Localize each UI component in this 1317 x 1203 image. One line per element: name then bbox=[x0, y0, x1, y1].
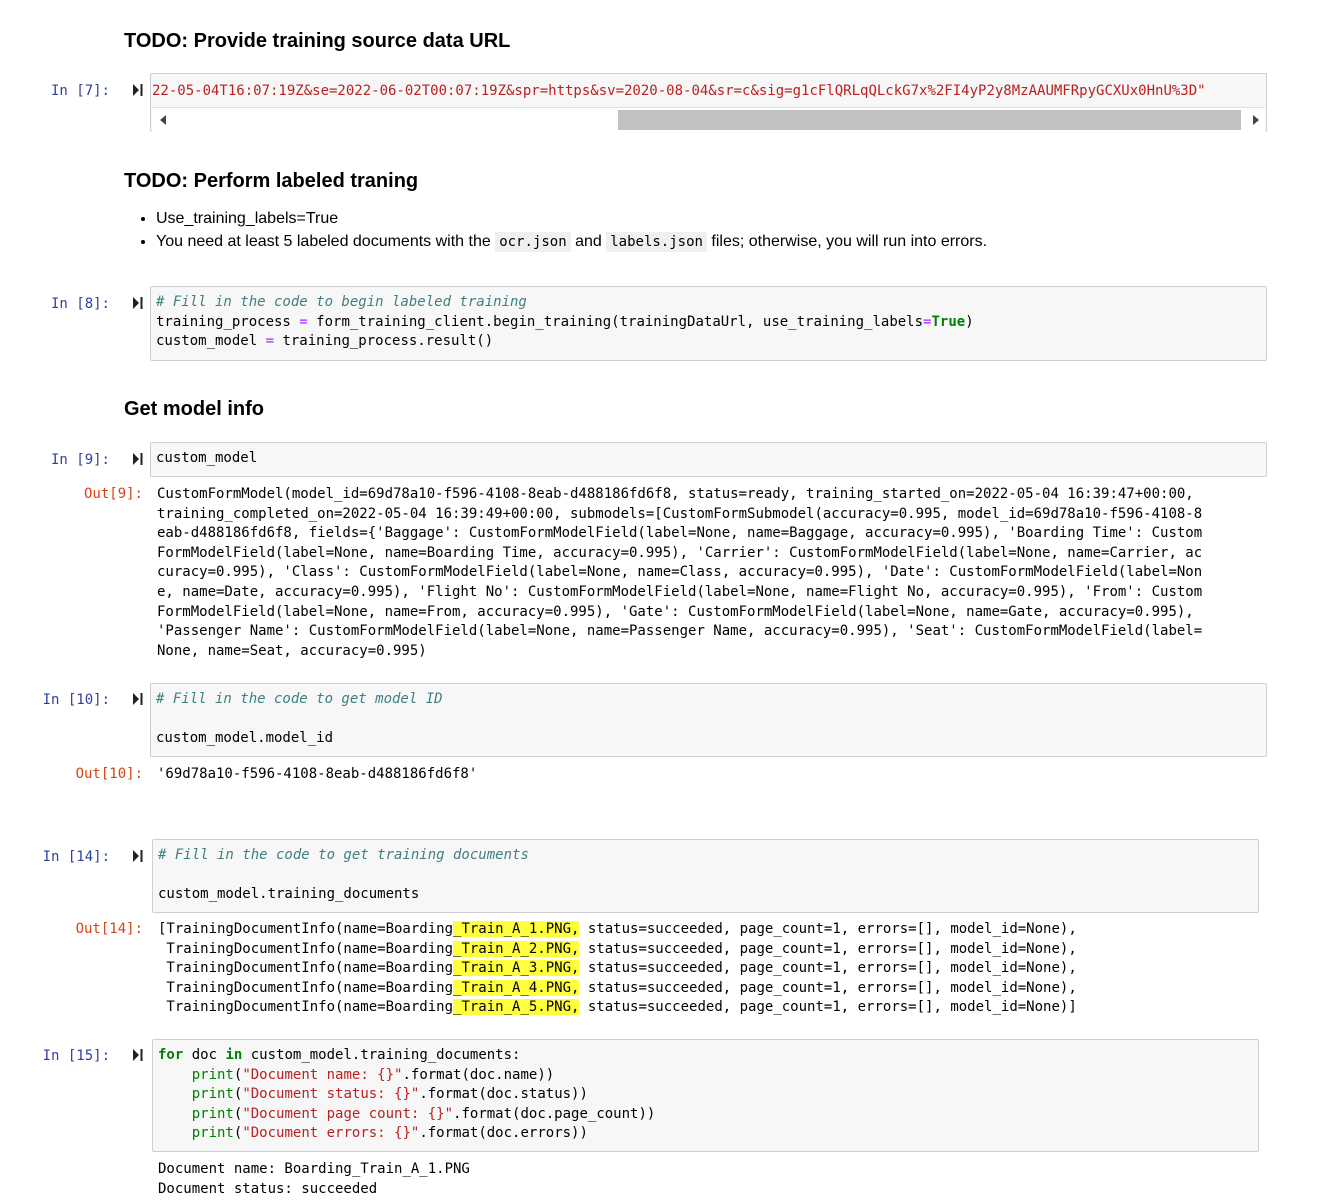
highlighted-filename: _Train_A_5.PNG, bbox=[453, 999, 580, 1016]
cell-9-code: custom_model bbox=[156, 450, 258, 466]
cell-9-output: CustomFormModel(model_id=69d78a10-f596-4… bbox=[157, 486, 1203, 659]
output-prompt-10: Out[10]: bbox=[75, 766, 143, 782]
list-item-text: files; otherwise, you will run into erro… bbox=[706, 233, 988, 250]
highlighted-filename: _Train_A_4.PNG, bbox=[453, 979, 580, 996]
list-item: Use_training_labels=True bbox=[156, 207, 1256, 230]
cell-prompt-7: In [7]: bbox=[50, 83, 110, 99]
cell-prompt-14: In [14]: bbox=[42, 849, 110, 865]
cell-15-code: for doc in custom_model.training_documen… bbox=[158, 1047, 656, 1142]
run-cell-icon[interactable] bbox=[132, 83, 144, 97]
horizontal-scrollbar[interactable] bbox=[152, 107, 1265, 132]
output-prompt-14: Out[14]: bbox=[75, 921, 143, 937]
cell-7-code: 22-05-04T16:07:19Z&se=2022-06-02T00:07:1… bbox=[152, 83, 1206, 99]
code-cell-7[interactable]: 22-05-04T16:07:19Z&se=2022-06-02T00:07:1… bbox=[150, 73, 1267, 132]
cell-10-output: '69d78a10-f596-4108-8eab-d488186fd6f8' bbox=[157, 766, 478, 782]
cell-14-output: [TrainingDocumentInfo(name=Boarding_Trai… bbox=[158, 921, 1077, 1016]
code-cell-9[interactable]: custom_model bbox=[150, 442, 1267, 477]
scroll-left-icon[interactable] bbox=[160, 115, 168, 125]
section-heading-source-url: TODO: Provide training source data URL bbox=[124, 30, 511, 52]
code-comment: # Fill in the code to begin labeled trai… bbox=[156, 294, 527, 310]
code-cell-8[interactable]: # Fill in the code to begin labeled trai… bbox=[150, 286, 1267, 361]
cell-15-output: Document name: Boarding_Train_A_1.PNG Do… bbox=[158, 1161, 470, 1197]
code-comment: # Fill in the code to get model ID bbox=[156, 691, 443, 707]
run-cell-icon[interactable] bbox=[132, 692, 144, 706]
highlighted-filename: _Train_A_3.PNG, bbox=[453, 960, 580, 977]
cell-14-code: # Fill in the code to get training docum… bbox=[158, 847, 529, 903]
highlighted-filename: _Train_A_2.PNG, bbox=[453, 940, 580, 957]
code-cell-10[interactable]: # Fill in the code to get model ID custo… bbox=[150, 683, 1267, 757]
cell-prompt-10: In [10]: bbox=[42, 692, 110, 708]
list-item-text: and bbox=[570, 233, 607, 250]
code-comment: # Fill in the code to get training docum… bbox=[158, 847, 529, 863]
inline-code-ocr: ocr.json bbox=[495, 232, 571, 252]
inline-code-labels: labels.json bbox=[606, 232, 707, 252]
scroll-right-icon[interactable] bbox=[1251, 115, 1259, 125]
run-cell-icon[interactable] bbox=[132, 849, 144, 863]
run-cell-icon[interactable] bbox=[132, 452, 144, 466]
section-heading-model-info: Get model info bbox=[124, 398, 264, 420]
code-cell-15[interactable]: for doc in custom_model.training_documen… bbox=[152, 1039, 1259, 1152]
output-prompt-9: Out[9]: bbox=[83, 486, 143, 502]
cell-10-code: # Fill in the code to get model ID custo… bbox=[156, 691, 443, 747]
cell-8-code: # Fill in the code to begin labeled trai… bbox=[156, 294, 974, 350]
cell-prompt-9: In [9]: bbox=[50, 452, 110, 468]
list-item-text: Use_training_labels=True bbox=[156, 210, 339, 227]
highlighted-filename: _Train_A_1.PNG, bbox=[453, 921, 580, 937]
code-cell-14[interactable]: # Fill in the code to get training docum… bbox=[152, 839, 1259, 913]
cell-prompt-8: In [8]: bbox=[50, 296, 110, 312]
cell-prompt-15: In [15]: bbox=[42, 1048, 110, 1064]
instruction-list: Use_training_labels=True You need at lea… bbox=[124, 207, 1256, 254]
section-heading-labeled-training: TODO: Perform labeled traning bbox=[124, 170, 419, 192]
run-cell-icon[interactable] bbox=[132, 296, 144, 310]
list-item: You need at least 5 labeled documents wi… bbox=[156, 230, 1256, 254]
scrollbar-thumb[interactable] bbox=[618, 110, 1241, 130]
run-cell-icon[interactable] bbox=[132, 1048, 144, 1062]
list-item-text: You need at least 5 labeled documents wi… bbox=[156, 233, 496, 250]
